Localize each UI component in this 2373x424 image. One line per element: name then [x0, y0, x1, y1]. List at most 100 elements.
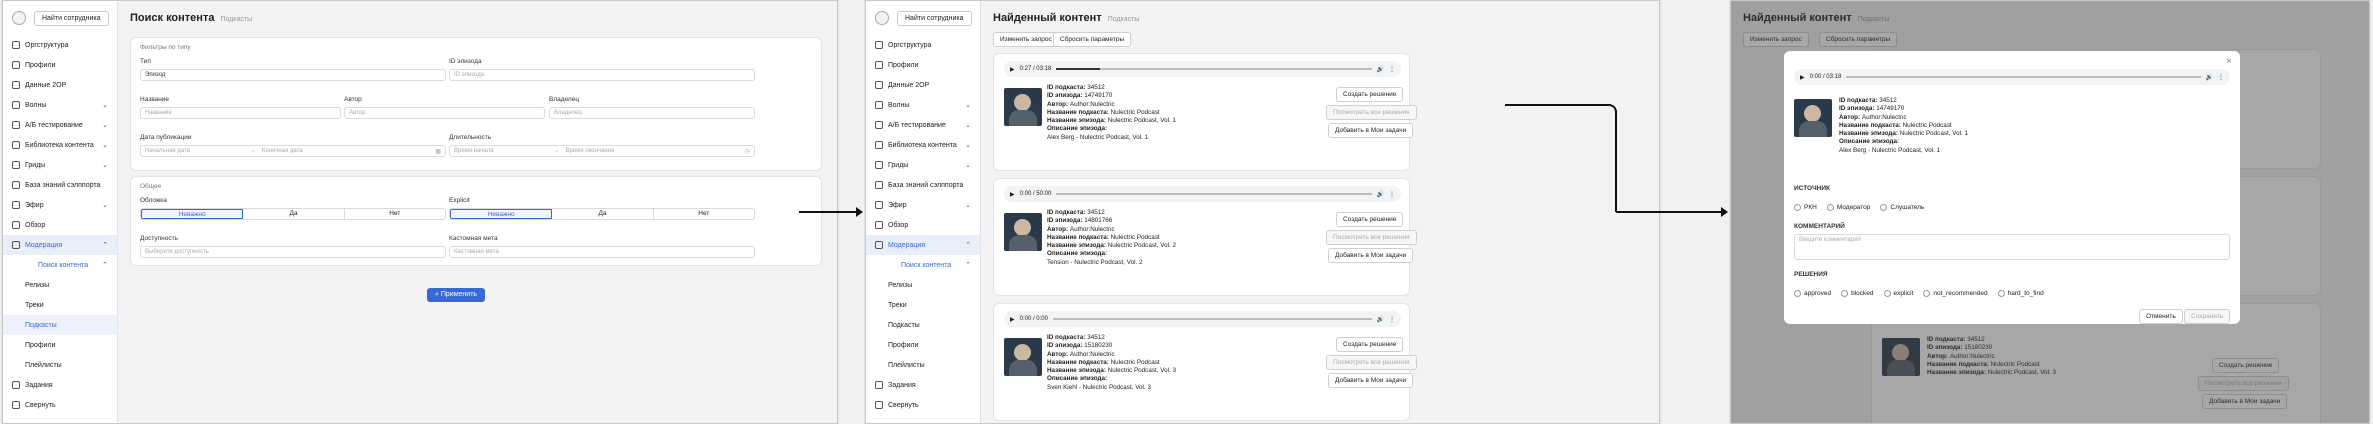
- reset-params-button[interactable]: Сбросить параметры: [1053, 32, 1132, 47]
- cancel-button[interactable]: Отменить: [2139, 309, 2183, 324]
- audio-player[interactable]: ▶ 0:27 / 03:18 🔊 ⋮: [1004, 61, 1401, 77]
- sidebar-item[interactable]: База знаний сэлппорта: [866, 175, 980, 195]
- sidebar-item[interactable]: Поиск контента ⌃: [866, 255, 980, 275]
- sidebar-item[interactable]: База знаний сэлппорта: [3, 175, 117, 195]
- cover-yes[interactable]: Да: [243, 209, 345, 219]
- sidebar-item[interactable]: Задания: [866, 375, 980, 395]
- audio-player[interactable]: ▶ 0:00 / 0:00 🔊 ⋮: [1004, 311, 1401, 327]
- view-decisions-button[interactable]: Посмотреть все решения: [1326, 105, 1417, 120]
- create-decision-button[interactable]: Создать решение: [1336, 337, 1404, 352]
- name-input[interactable]: Название: [140, 107, 341, 119]
- author-input[interactable]: Автор: [344, 107, 545, 119]
- sidebar-subitem[interactable]: Треки: [3, 295, 117, 315]
- cover-segmented[interactable]: Неважно Да Нет: [140, 208, 446, 220]
- add-tasks-button[interactable]: Добавить в Мои задачи: [1328, 248, 1414, 263]
- explicit-any[interactable]: Неважно: [450, 209, 553, 219]
- decision-radio[interactable]: approved: [1794, 290, 1831, 297]
- sidebar-item[interactable]: Обзор: [866, 215, 980, 235]
- sidebar-item[interactable]: Профили: [866, 55, 980, 75]
- apply-button[interactable]: ⌕ Применить: [427, 288, 486, 302]
- play-icon: ▶: [1800, 74, 1805, 81]
- sidebar-item[interactable]: Эфир ⌄: [866, 195, 980, 215]
- sidebar-subitem[interactable]: Профили: [3, 335, 117, 355]
- sidebar-subitem[interactable]: Плейлисты: [3, 355, 117, 375]
- episode-meta: ID подкаста: 34512 ID эпизода: 14749170 …: [1839, 97, 1968, 154]
- sidebar-subitem[interactable]: Треки: [866, 295, 980, 315]
- sidebar-subitem[interactable]: Релизы: [866, 275, 980, 295]
- avatar[interactable]: [875, 11, 889, 25]
- sidebar-item[interactable]: Оргструктура: [3, 35, 117, 55]
- sidebar-subitem[interactable]: Плейлисты: [866, 355, 980, 375]
- add-tasks-button[interactable]: Добавить в Мои задачи: [1328, 373, 1414, 388]
- close-icon[interactable]: ×: [2226, 56, 2232, 67]
- audio-progress[interactable]: [1056, 193, 1372, 195]
- sidebar-item[interactable]: Данные 2ОР: [3, 75, 117, 95]
- volume-icon: 🔊: [2205, 74, 2213, 81]
- sidebar-item[interactable]: Свернуть: [3, 395, 117, 415]
- chevron-icon: ⌄: [965, 122, 971, 129]
- availability-select[interactable]: Выберите доступность: [140, 246, 446, 258]
- sidebar-item[interactable]: Модерация ⌃: [866, 235, 980, 255]
- sidebar-item[interactable]: Эфир ⌄: [3, 195, 117, 215]
- decision-radio[interactable]: not_recommended: [1923, 290, 1988, 297]
- sidebar-item[interactable]: Оргструктура: [866, 35, 980, 55]
- sidebar-item[interactable]: Задания: [3, 375, 117, 395]
- avatar[interactable]: [12, 11, 26, 25]
- sidebar-item[interactable]: Данные 2ОР: [866, 75, 980, 95]
- sidebar-item[interactable]: Гриды ⌄: [3, 155, 117, 175]
- menu-icon: [12, 381, 20, 389]
- source-radio[interactable]: РКН: [1794, 204, 1817, 211]
- sidebar-item[interactable]: Библиотека контента ⌄: [3, 135, 117, 155]
- explicit-yes[interactable]: Да: [552, 209, 654, 219]
- sidebar-subitem[interactable]: Подкасты: [866, 315, 980, 335]
- audio-progress[interactable]: [1846, 76, 2201, 78]
- audio-progress[interactable]: [1056, 68, 1372, 70]
- create-decision-button[interactable]: Создать решение: [1336, 87, 1404, 102]
- sidebar-subitem[interactable]: Релизы: [3, 275, 117, 295]
- sidebar-item[interactable]: Свернуть: [866, 395, 980, 415]
- date-range-input[interactable]: Начальная дата → Конечная дата ▦: [140, 145, 446, 157]
- sidebar-item[interactable]: Обзор: [3, 215, 117, 235]
- audio-progress[interactable]: [1052, 318, 1372, 320]
- audio-player[interactable]: ▶ 0:00 / 03:18 🔊 ⋮: [1794, 69, 2230, 85]
- type-select[interactable]: Эпизод: [140, 69, 446, 81]
- explicit-no[interactable]: Нет: [654, 209, 754, 219]
- sidebar-item[interactable]: Поиск контента ⌃: [3, 255, 117, 275]
- more-icon: ⋮: [1389, 66, 1395, 73]
- view-decisions-button[interactable]: Посмотреть все решения: [1326, 230, 1417, 245]
- change-query-button[interactable]: Изменить запрос: [993, 32, 1059, 47]
- decision-radio[interactable]: blocked: [1841, 290, 1874, 297]
- decision-radio[interactable]: explicit: [1883, 290, 1913, 297]
- owner-input[interactable]: Владелец: [549, 107, 755, 119]
- decision-radio[interactable]: hard_to_find: [1997, 290, 2044, 297]
- comment-textarea[interactable]: Введите комментарий: [1794, 234, 2230, 260]
- create-decision-button[interactable]: Создать решение: [1336, 212, 1404, 227]
- sidebar-subitem[interactable]: Подкасты: [3, 315, 117, 335]
- sidebar-item[interactable]: Профили: [3, 55, 117, 75]
- source-radio[interactable]: Слушатель: [1880, 204, 1924, 211]
- find-employee-button[interactable]: Найти сотрудника: [34, 10, 109, 26]
- episode-id-input[interactable]: ID эпизода: [449, 69, 755, 81]
- sidebar-subitem[interactable]: Профили: [866, 335, 980, 355]
- view-decisions-button[interactable]: Посмотреть все решения: [1326, 355, 1417, 370]
- chevron-icon: ⌄: [102, 142, 108, 149]
- sidebar-item[interactable]: Библиотека контента ⌄: [866, 135, 980, 155]
- source-radio[interactable]: Модератор: [1826, 204, 1870, 211]
- explicit-segmented[interactable]: Неважно Да Нет: [449, 208, 755, 220]
- duration-range-input[interactable]: Время начала → Время окончания ◷: [449, 145, 755, 157]
- cover-any[interactable]: Неважно: [141, 209, 244, 219]
- find-employee-button[interactable]: Найти сотрудника: [897, 10, 972, 26]
- sidebar-item[interactable]: Модерация ⌃: [3, 235, 117, 255]
- flow-connector: [1505, 104, 1617, 212]
- audio-player[interactable]: ▶ 0:00 / 50:00 🔊 ⋮: [1004, 186, 1401, 202]
- sidebar-item[interactable]: А/Б тестирование ⌄: [866, 115, 980, 135]
- sidebar-item[interactable]: А/Б тестирование ⌄: [3, 115, 117, 135]
- submit-button[interactable]: Сохранить: [2184, 309, 2231, 324]
- sidebar-item[interactable]: Волны ⌄: [3, 95, 117, 115]
- custom-meta-select[interactable]: Кастомная мета: [449, 246, 755, 258]
- sidebar-item[interactable]: Волны ⌄: [866, 95, 980, 115]
- availability-label: Доступность: [140, 235, 178, 242]
- cover-no[interactable]: Нет: [345, 209, 445, 219]
- add-tasks-button[interactable]: Добавить в Мои задачи: [1328, 123, 1414, 138]
- sidebar-item[interactable]: Гриды ⌄: [866, 155, 980, 175]
